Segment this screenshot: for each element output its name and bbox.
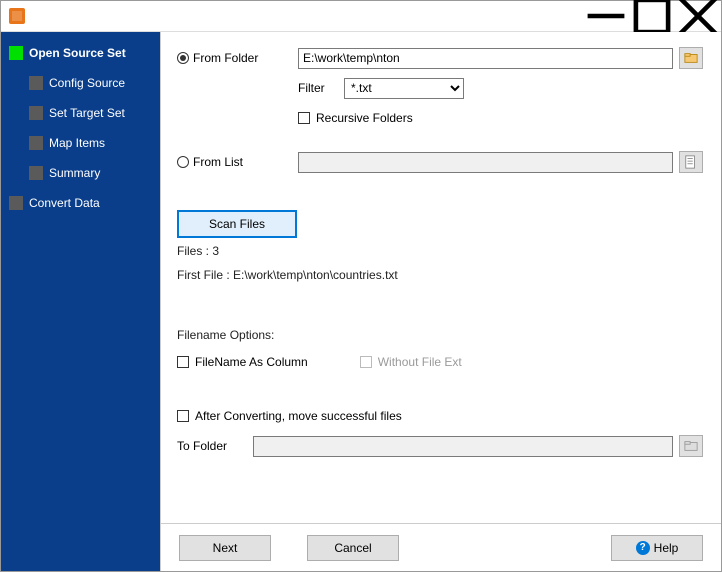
sidebar-item-label: Open Source Set [29,46,126,60]
sidebar-item-label: Config Source [49,76,125,90]
next-button[interactable]: Next [179,535,271,561]
sidebar-item-set-target-set[interactable]: Set Target Set [1,98,160,128]
from-folder-radio[interactable] [177,52,189,64]
sidebar-item-label: Convert Data [29,196,100,210]
filename-as-column-label: FileName As Column [195,355,308,369]
from-folder-label: From Folder [193,51,258,65]
help-button[interactable]: ? Help [611,535,703,561]
wizard-sidebar: Open Source Set Config Source Set Target S… [1,32,160,571]
sidebar-item-map-items[interactable]: Map Items [1,128,160,158]
step-icon [9,46,23,60]
help-icon: ? [636,541,650,555]
sidebar-item-config-source[interactable]: Config Source [1,68,160,98]
step-icon [29,76,43,90]
step-icon [29,166,43,180]
from-list-radio[interactable] [177,156,189,168]
footer-bar: Next Cancel ? Help [161,523,721,571]
sidebar-item-summary[interactable]: Summary [1,158,160,188]
filter-select[interactable]: *.txt [344,78,464,99]
sidebar-item-open-source-set[interactable]: Open Source Set [1,38,160,68]
sidebar-item-label: Summary [49,166,100,180]
sidebar-item-label: Map Items [49,136,105,150]
step-icon [29,136,43,150]
filter-label: Filter [298,81,338,95]
files-count-text: Files : 3 [177,244,703,258]
scan-files-button[interactable]: Scan Files [177,210,297,238]
step-icon [29,106,43,120]
to-folder-input [253,436,673,457]
after-convert-checkbox[interactable] [177,410,189,422]
recursive-checkbox[interactable] [298,112,310,124]
without-ext-checkbox [360,356,372,368]
sidebar-item-label: Set Target Set [49,106,125,120]
filename-options-label: Filename Options: [177,328,703,342]
folder-path-input[interactable] [298,48,673,69]
browse-list-button[interactable] [679,151,703,173]
main-panel: From Folder Filter *.txt Recursive Folde… [160,32,721,571]
from-list-input [298,152,673,173]
app-icon [9,8,25,24]
cancel-button[interactable]: Cancel [307,535,399,561]
first-file-text: First File : E:\work\temp\nton\countries… [177,268,703,282]
browse-to-folder-button[interactable] [679,435,703,457]
after-convert-label: After Converting, move successful files [195,409,402,423]
step-icon [9,196,23,210]
recursive-label: Recursive Folders [316,111,413,125]
minimize-button[interactable] [583,1,629,32]
without-ext-label: Without File Ext [378,355,462,369]
filename-as-column-checkbox[interactable] [177,356,189,368]
from-list-label: From List [193,155,243,169]
to-folder-label: To Folder [177,439,227,453]
sidebar-item-convert-data[interactable]: Convert Data [1,188,160,218]
browse-folder-button[interactable] [679,47,703,69]
titlebar [1,1,721,32]
maximize-button[interactable] [629,1,675,32]
close-button[interactable] [675,1,721,32]
